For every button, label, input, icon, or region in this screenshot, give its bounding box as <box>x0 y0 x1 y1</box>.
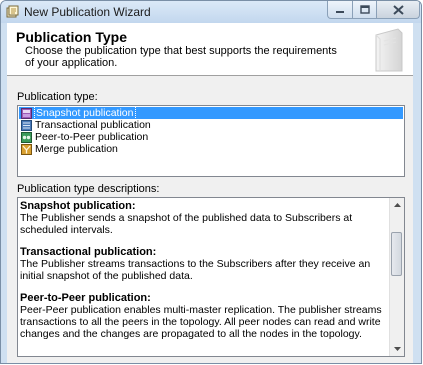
publication-type-list[interactable]: Snapshot publication Transactional publi… <box>17 105 405 177</box>
description-text: The Publisher streams transactions to th… <box>20 258 371 282</box>
minimize-icon <box>336 10 344 13</box>
close-icon <box>392 4 404 15</box>
close-button[interactable] <box>376 1 420 19</box>
window-title: New Publication Wizard <box>24 5 151 19</box>
list-item-label: Merge publication <box>35 143 118 155</box>
descriptions-content: Snapshot publication: The Publisher send… <box>20 200 388 350</box>
list-item-label: Peer-to-Peer publication <box>35 131 149 143</box>
page-title: Publication Type <box>16 29 127 45</box>
wizard-header: Publication Type Choose the publication … <box>7 23 413 76</box>
list-item-label: Transactional publication <box>35 119 151 131</box>
wizard-window: New Publication Wizard Publication Type … <box>0 0 422 364</box>
wizard-app-icon <box>6 5 19 18</box>
scroll-down-button[interactable] <box>390 342 404 356</box>
list-item-snapshot-publication[interactable]: Snapshot publication <box>19 106 403 120</box>
title-bar[interactable]: New Publication Wizard <box>1 1 421 23</box>
description-text: Peer-Peer publication enables multi-mast… <box>20 304 382 340</box>
scroll-up-button[interactable] <box>390 198 404 212</box>
transactional-publication-icon <box>21 119 32 131</box>
merge-publication-icon <box>21 143 32 155</box>
maximize-icon <box>359 5 370 14</box>
scroll-down-arrow-icon <box>393 347 401 351</box>
page-description: Choose the publication type that best su… <box>25 45 337 69</box>
snapshot-publication-icon <box>21 107 32 119</box>
description-title: Peer-to-Peer publication: <box>20 292 151 304</box>
description-title: Snapshot publication: <box>20 200 136 212</box>
publication-type-label: Publication type: <box>17 91 98 103</box>
description-title: Transactional publication: <box>20 246 157 258</box>
publication-type-descriptions-label: Publication type descriptions: <box>17 183 160 195</box>
descriptions-scrollbar[interactable] <box>389 198 404 356</box>
list-item-label: Snapshot publication <box>34 106 136 120</box>
list-item-merge-publication[interactable]: Merge publication <box>19 143 403 155</box>
minimize-button[interactable] <box>327 1 353 19</box>
list-item-peer-to-peer-publication[interactable]: Peer-to-Peer publication <box>19 131 403 143</box>
peer-to-peer-publication-icon <box>21 131 32 143</box>
wizard-client-area: Publication Type Choose the publication … <box>7 23 413 363</box>
wizard-header-graphic-icon <box>375 28 403 72</box>
maximize-button[interactable] <box>352 1 377 19</box>
publication-type-descriptions-box[interactable]: Snapshot publication: The Publisher send… <box>17 197 405 357</box>
scroll-up-arrow-icon <box>393 203 401 207</box>
scrollbar-thumb[interactable] <box>391 232 402 276</box>
list-item-transactional-publication[interactable]: Transactional publication <box>19 119 403 131</box>
description-text: The Publisher sends a snapshot of the pu… <box>20 212 353 236</box>
